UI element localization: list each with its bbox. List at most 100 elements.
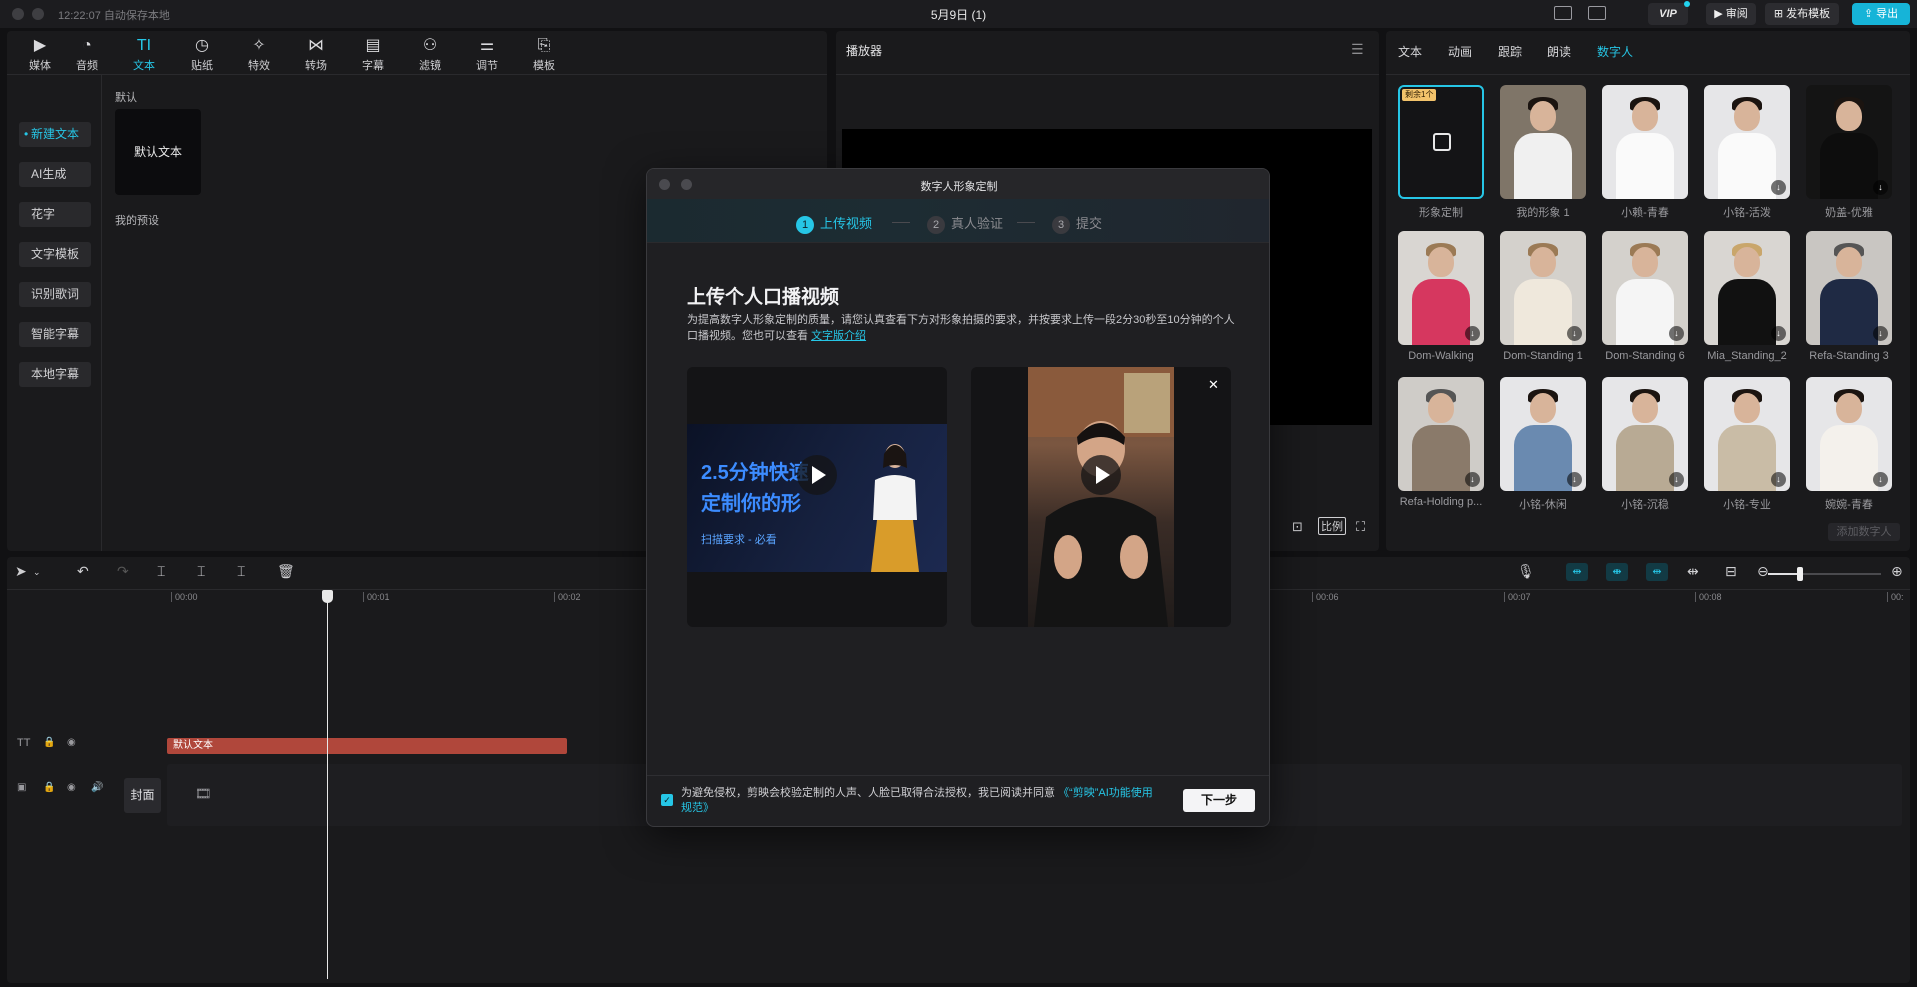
lock-icon[interactable]: 🔒 xyxy=(43,737,55,748)
avatar-head xyxy=(1530,393,1556,423)
undo-icon[interactable]: ↶ xyxy=(77,563,89,580)
sidenav-smart-subtitle[interactable]: 智能字幕 xyxy=(19,322,91,347)
menu-icon[interactable]: ☰ xyxy=(1351,41,1364,58)
download-icon[interactable]: ↓ xyxy=(1771,180,1786,195)
sample-video[interactable]: ✕ xyxy=(971,367,1231,627)
fit-icon[interactable]: ⊟ xyxy=(1725,563,1737,580)
select-tool-icon[interactable]: ➤ xyxy=(15,563,27,580)
tab-tracking[interactable]: 跟踪 xyxy=(1498,43,1522,60)
snap-icon[interactable]: ⇼ xyxy=(1606,563,1628,581)
download-icon[interactable]: ↓ xyxy=(1873,180,1888,195)
download-icon[interactable]: ↓ xyxy=(1465,326,1480,341)
close-icon[interactable]: ✕ xyxy=(1208,377,1219,393)
tool-template[interactable]: ⎘ 模板 xyxy=(519,35,569,75)
text-clip[interactable]: 默认文本 xyxy=(167,738,567,754)
avatar-head xyxy=(1734,393,1760,423)
download-icon[interactable]: ↓ xyxy=(1567,472,1582,487)
sidenav-ai-generate[interactable]: AI生成 xyxy=(19,162,91,187)
redo-icon[interactable]: ↷ xyxy=(117,563,129,580)
screenshot-icon[interactable]: ⊡ xyxy=(1292,519,1303,535)
default-text-card[interactable]: 默认文本 xyxy=(115,109,201,195)
avatar-card[interactable] xyxy=(1500,85,1586,199)
properties-panel: 文本 动画 跟踪 朗读 数字人 剩余1个 形象定制 我的形象 1 小赖-青春 ↓… xyxy=(1386,31,1910,551)
shortcut-icon[interactable] xyxy=(1554,6,1572,20)
publish-template-button[interactable]: ⊞ 发布模板 xyxy=(1765,3,1839,25)
tutorial-video[interactable]: 2.5分钟快速 定制你的形 扫描要求 - 必看 xyxy=(687,367,947,627)
tab-digital-human[interactable]: 数字人 xyxy=(1597,43,1633,60)
play-button[interactable] xyxy=(797,455,837,495)
split-icon[interactable]: ⌶ xyxy=(157,563,165,580)
next-button[interactable]: 下一步 xyxy=(1183,789,1255,812)
cover-button[interactable]: 封面 xyxy=(124,778,161,813)
avatar-card[interactable] xyxy=(1602,85,1688,199)
main-track-magnet-icon[interactable]: ⇹ xyxy=(1566,563,1588,581)
download-icon[interactable]: ↓ xyxy=(1873,472,1888,487)
sidenav-local-subtitle[interactable]: 本地字幕 xyxy=(19,362,91,387)
avatar-card[interactable]: ↓ xyxy=(1602,377,1688,491)
avatar-card[interactable]: ↓ xyxy=(1704,377,1790,491)
tool-text[interactable]: TI 文本 xyxy=(119,35,169,75)
tab-text[interactable]: 文本 xyxy=(1398,43,1422,60)
download-icon[interactable]: ↓ xyxy=(1669,472,1684,487)
download-icon[interactable]: ↓ xyxy=(1567,326,1582,341)
trim-right-icon[interactable]: ⌶ xyxy=(237,563,245,580)
playhead-handle[interactable] xyxy=(322,590,333,603)
zoom-slider-handle[interactable] xyxy=(1797,567,1803,581)
playhead[interactable] xyxy=(327,593,328,979)
avatar-card[interactable]: ↓ xyxy=(1500,231,1586,345)
tool-subtitle[interactable]: ▤ 字幕 xyxy=(348,35,398,75)
vip-button[interactable]: VIP xyxy=(1648,1,1690,25)
sidenav-lyrics[interactable]: 识别歌词 xyxy=(19,282,91,307)
avatar-card[interactable]: ↓ xyxy=(1806,85,1892,199)
sidenav-new-text[interactable]: 新建文本 xyxy=(19,122,91,147)
export-button[interactable]: ⇪ 导出 xyxy=(1852,3,1910,25)
avatar-card[interactable]: ↓ xyxy=(1602,231,1688,345)
trim-left-icon[interactable]: ⌶ xyxy=(197,563,205,580)
download-icon[interactable]: ↓ xyxy=(1669,326,1684,341)
sidenav-text-template[interactable]: 文字模板 xyxy=(19,242,91,267)
add-digital-human-button[interactable]: 添加数字人 xyxy=(1828,523,1900,541)
text-intro-link[interactable]: 文字版介绍 xyxy=(811,330,866,342)
chevron-down-icon[interactable]: ⌄ xyxy=(33,567,41,578)
tool-effects[interactable]: ✧ 特效 xyxy=(234,35,284,75)
delete-icon[interactable]: 🗑 xyxy=(277,563,295,580)
tool-media[interactable]: ▶ 媒体 xyxy=(15,35,65,75)
download-icon[interactable]: ↓ xyxy=(1465,472,1480,487)
tool-label: 滤镜 xyxy=(419,60,441,72)
download-icon[interactable]: ↓ xyxy=(1873,326,1888,341)
avatar-card[interactable]: ↓ xyxy=(1704,85,1790,199)
avatar-card[interactable]: ↓ xyxy=(1704,231,1790,345)
tab-read-aloud[interactable]: 朗读 xyxy=(1547,43,1571,60)
sidenav-fancy-text[interactable]: 花字 xyxy=(19,202,91,227)
avatar-card[interactable]: ↓ xyxy=(1398,231,1484,345)
zoom-out-icon[interactable]: ⊖ xyxy=(1757,563,1769,580)
ratio-button[interactable]: 比例 xyxy=(1318,517,1346,535)
tool-filter[interactable]: ⚇ 滤镜 xyxy=(405,35,455,75)
review-button[interactable]: ▶ 审阅 xyxy=(1706,3,1756,25)
avatar-card[interactable]: ↓ xyxy=(1806,231,1892,345)
download-icon[interactable]: ↓ xyxy=(1771,326,1786,341)
download-icon[interactable]: ↓ xyxy=(1771,472,1786,487)
tool-adjust[interactable]: ⚌ 调节 xyxy=(462,35,512,75)
tool-sticker[interactable]: ◷ 贴纸 xyxy=(177,35,227,75)
layout-icon[interactable] xyxy=(1588,6,1606,20)
tool-audio[interactable]: ◔ 音频 xyxy=(62,35,112,75)
lock-icon[interactable]: 🔒 xyxy=(43,782,55,793)
zoom-in-icon[interactable]: ⊕ xyxy=(1891,563,1903,580)
tool-transition[interactable]: ⋈ 转场 xyxy=(291,35,341,75)
fullscreen-icon[interactable]: ⛶ xyxy=(1356,519,1365,535)
speaker-icon[interactable]: 🔊 xyxy=(91,782,103,793)
eye-icon[interactable]: ◉ xyxy=(67,737,76,748)
eye-icon[interactable]: ◉ xyxy=(67,782,76,793)
avatar-card[interactable]: ↓ xyxy=(1500,377,1586,491)
play-button[interactable] xyxy=(1081,455,1121,495)
link-icon[interactable]: ⇹ xyxy=(1646,563,1668,581)
microphone-icon[interactable]: 🎙 xyxy=(1517,563,1535,580)
tab-animation[interactable]: 动画 xyxy=(1448,43,1472,60)
avatar-card[interactable]: ↓ xyxy=(1398,377,1484,491)
avatar-card[interactable]: ↓ xyxy=(1806,377,1892,491)
avatar-custom-card[interactable]: 剩余1个 xyxy=(1398,85,1484,199)
agreement-checkbox[interactable]: ✓ xyxy=(661,794,673,806)
avatar-head xyxy=(1428,393,1454,423)
preview-axis-icon[interactable]: ⇹ xyxy=(1687,563,1699,580)
